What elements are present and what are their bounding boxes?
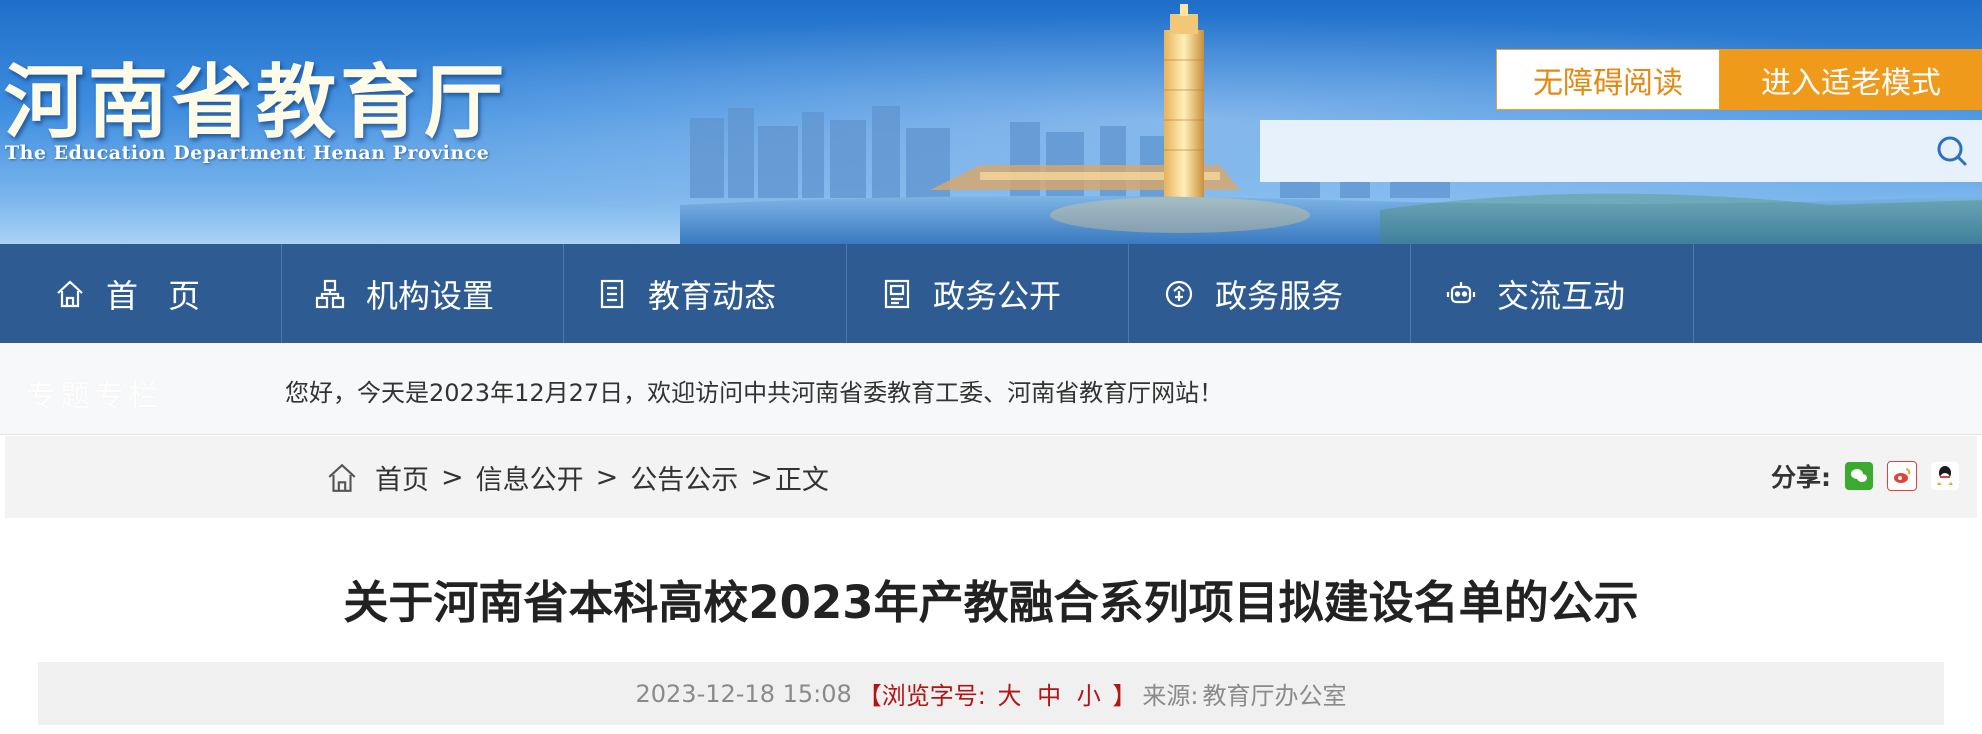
document-list-icon <box>594 276 630 312</box>
nav-item-education-news[interactable]: 教育动态 <box>564 244 847 343</box>
breadcrumb-bar: 首页 > 信息公开 > 公告公示 > 正文 分享: <box>5 436 1977 518</box>
nav-item-interaction[interactable]: 交流互动 <box>1411 244 1694 343</box>
share-label: 分享: <box>1771 463 1831 492</box>
nav-item-label: 机构设置 <box>366 276 495 315</box>
search-input[interactable] <box>1260 120 1922 182</box>
nav-item-label: 政务服务 <box>1215 276 1344 315</box>
font-size-label-close: 】 <box>1112 682 1137 710</box>
site-banner: 河南省教育厅 The Education Department Henan Pr… <box>0 0 1982 244</box>
welcome-bar: 专题专栏 您好，今天是2023年12月27日，欢迎访问中共河南省委教育工委、河南… <box>0 343 1982 435</box>
article-source: 教育厅办公室 <box>1202 682 1347 710</box>
main-navigation: 首 页 机构设置 教育动态 政务公开 政务服务 交流互动 <box>0 244 1982 343</box>
article-meta: 2023-12-18 15:08 【浏览字号: 大 中 小 】 来源: 教育厅办… <box>38 662 1944 725</box>
search-bar <box>1260 120 1982 182</box>
breadcrumb: 首页 > 信息公开 > 公告公示 > 正文 <box>323 458 829 497</box>
article-datetime: 2023-12-18 15:08 <box>635 679 852 708</box>
font-size-label-open: 【浏览字号: <box>857 682 986 710</box>
chat-bot-icon <box>1443 276 1479 312</box>
nav-item-home[interactable]: 首 页 <box>0 244 282 343</box>
weibo-icon[interactable] <box>1887 461 1917 491</box>
breadcrumb-announcements[interactable]: 公告公示 <box>630 458 738 497</box>
font-size-controls: 【浏览字号: 大 中 小 】 <box>858 676 1137 711</box>
breadcrumb-info-disclosure[interactable]: 信息公开 <box>476 458 584 497</box>
breadcrumb-home[interactable]: 首页 <box>375 458 429 497</box>
nav-item-organization[interactable]: 机构设置 <box>282 244 564 343</box>
qq-icon[interactable] <box>1931 462 1959 490</box>
font-size-large-button[interactable]: 大 <box>998 682 1022 710</box>
elder-mode-button[interactable]: 进入适老模式 <box>1720 49 1982 110</box>
wechat-icon[interactable] <box>1845 462 1873 490</box>
font-size-medium-button[interactable]: 中 <box>1037 682 1061 710</box>
share-bar: 分享: <box>1771 458 1959 494</box>
home-icon <box>52 276 88 312</box>
accessibility-buttons: 无障碍阅读 进入适老模式 <box>1496 49 1982 110</box>
nav-item-label: 教育动态 <box>648 276 777 315</box>
breadcrumb-current: 正文 <box>774 465 829 496</box>
nav-item-label: 交流互动 <box>1497 276 1626 315</box>
org-chart-icon <box>312 276 348 312</box>
nav-item-government-services[interactable]: 政务服务 <box>1129 244 1411 343</box>
search-icon[interactable] <box>1922 120 1982 182</box>
article-title: 关于河南省本科高校2023年产教融合系列项目拟建设名单的公示 <box>343 576 1639 629</box>
breadcrumb-separator: > <box>750 462 773 493</box>
nav-item-label: 首 页 <box>106 276 211 315</box>
service-badge-icon <box>1161 276 1197 312</box>
breadcrumb-separator: > <box>441 462 464 493</box>
accessible-reading-button[interactable]: 无障碍阅读 <box>1496 49 1720 110</box>
article-source-label: 来源: <box>1142 682 1199 710</box>
special-topics-link[interactable]: 专题专栏 <box>26 371 162 415</box>
site-logo-english[interactable]: The Education Department Henan Province <box>5 142 489 164</box>
site-logo-chinese[interactable]: 河南省教育厅 <box>4 38 508 154</box>
home-icon <box>323 459 361 497</box>
nav-item-label: 政务公开 <box>933 276 1062 315</box>
welcome-message: 您好，今天是2023年12月27日，欢迎访问中共河南省委教育工委、河南省教育厅网… <box>285 379 1224 407</box>
nav-item-government-affairs[interactable]: 政务公开 <box>847 244 1129 343</box>
font-size-small-button[interactable]: 小 <box>1077 682 1101 710</box>
notice-board-icon <box>879 276 915 312</box>
breadcrumb-separator: > <box>595 462 619 493</box>
